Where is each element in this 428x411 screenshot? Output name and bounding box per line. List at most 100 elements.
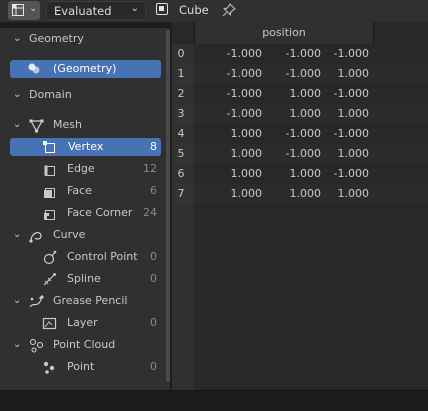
chevron-down-icon: ⌄: [13, 33, 22, 44]
table-row: 5 1.000 -1.000 1.000: [172, 144, 428, 164]
face-icon: [44, 188, 55, 198]
domain-item-face-corner[interactable]: Face Corner 24: [0, 203, 165, 225]
domain-item-layer[interactable]: Layer 0: [0, 313, 165, 335]
chevron-down-icon: ⌄: [13, 89, 22, 100]
table-row: 4 1.000 -1.000 -1.000: [172, 124, 428, 144]
domain-item-point[interactable]: Point 0: [0, 357, 165, 379]
position-z-cell: -1.000: [333, 167, 369, 180]
spline-icon: [43, 273, 56, 286]
position-z-cell: -1.000: [333, 127, 369, 140]
evaluation-mode-label: Evaluated: [54, 4, 112, 18]
status-bar: [0, 390, 428, 411]
control-point-label: Control Point: [67, 250, 138, 263]
position-z-cell: 1.000: [337, 67, 370, 80]
position-y-cell: -1.000: [285, 67, 321, 80]
domain-item-spline[interactable]: Spline 0: [0, 269, 165, 291]
position-x-cell: 1.000: [230, 187, 263, 200]
row-index: 6: [177, 167, 185, 180]
position-z-cell: 1.000: [337, 107, 370, 120]
row-index: 2: [177, 87, 185, 100]
position-z-cell: -1.000: [333, 87, 369, 100]
position-z-cell: -1.000: [333, 47, 369, 60]
column-header-position[interactable]: position: [194, 22, 374, 44]
spreadsheet-icon: [12, 4, 24, 16]
domain-section-header[interactable]: ⌄ Domain: [0, 85, 165, 107]
face-corner-icon: [44, 210, 55, 220]
geometry-nodes-icon: [28, 63, 40, 74]
domain-section-label: Domain: [29, 88, 72, 101]
position-y-cell: 1.000: [289, 107, 322, 120]
chevron-down-icon: ⌄: [13, 339, 22, 350]
position-z-cell: 1.000: [337, 147, 370, 160]
point-label: Point: [67, 360, 95, 373]
edge-icon: [44, 165, 55, 176]
evaluation-mode-select[interactable]: Evaluated ⌄: [46, 1, 146, 20]
object-name: Cube: [179, 3, 209, 17]
chevron-down-icon: ⌄: [29, 3, 38, 14]
layer-count: 0: [150, 316, 157, 329]
edge-label: Edge: [67, 162, 95, 175]
position-y-cell: -1.000: [285, 147, 321, 160]
domain-item-control-point[interactable]: Control Point 0: [0, 247, 165, 269]
position-x-cell: -1.000: [226, 107, 262, 120]
point-cloud-icon: [29, 338, 44, 353]
position-x-cell: 1.000: [230, 147, 263, 160]
mesh-group[interactable]: ⌄ Mesh: [0, 115, 165, 137]
chevron-down-icon: ⌄: [13, 295, 22, 306]
domain-item-vertex[interactable]: Vertex 8: [10, 138, 161, 156]
layer-icon: [42, 317, 57, 330]
face-label: Face: [67, 184, 92, 197]
row-index: 1: [177, 67, 185, 80]
chevron-down-icon: ⌄: [130, 3, 139, 14]
position-x-cell: -1.000: [226, 67, 262, 80]
position-y-cell: 1.000: [289, 187, 322, 200]
curve-label: Curve: [53, 228, 86, 241]
table-row: 2 -1.000 1.000 -1.000: [172, 84, 428, 104]
row-index: 5: [177, 147, 185, 160]
mesh-label: Mesh: [53, 118, 82, 131]
geometry-item-label: (Geometry): [53, 62, 117, 75]
chevron-down-icon: ⌄: [13, 229, 22, 240]
point-icon: [43, 361, 55, 374]
row-index: 4: [177, 127, 185, 140]
domain-item-face[interactable]: Face 6: [0, 181, 165, 203]
position-x-cell: 1.000: [230, 167, 263, 180]
position-x-cell: 1.000: [230, 127, 263, 140]
geometry-section-header[interactable]: ⌄ Geometry: [0, 29, 165, 51]
spline-label: Spline: [67, 272, 101, 285]
spreadsheet-header: ⌄ Evaluated ⌄ Cube: [0, 0, 428, 22]
spreadsheet-table: position 0 -1.000 -1.000 -1.000 1 -1.000 -1.00…: [172, 22, 428, 390]
point-count: 0: [150, 360, 157, 373]
geometry-section-label: Geometry: [29, 32, 84, 45]
geometry-item[interactable]: (Geometry): [10, 60, 161, 78]
control-point-count: 0: [150, 250, 157, 263]
edge-count: 12: [143, 162, 157, 175]
control-point-icon: [43, 250, 57, 265]
mesh-icon: [29, 119, 44, 133]
curve-group[interactable]: ⌄ Curve: [0, 225, 165, 247]
row-index: 0: [177, 47, 185, 60]
point-cloud-group[interactable]: ⌄ Point Cloud: [0, 335, 165, 357]
position-z-cell: 1.000: [337, 187, 370, 200]
row-index: 3: [177, 107, 185, 120]
curve-icon: [29, 231, 42, 243]
table-row: 1 -1.000 -1.000 1.000: [172, 64, 428, 84]
position-x-cell: -1.000: [226, 47, 262, 60]
position-x-cell: -1.000: [226, 87, 262, 100]
pin-icon[interactable]: [221, 2, 237, 18]
face-count: 6: [150, 184, 157, 197]
domain-sidebar: ⌄ Geometry (Geometry) ⌄ Domain ⌄ Mesh Ve…: [0, 28, 170, 390]
domain-item-edge[interactable]: Edge 12: [0, 159, 165, 181]
spline-count: 0: [150, 272, 157, 285]
column-header-label: position: [262, 26, 306, 39]
position-y-cell: -1.000: [285, 47, 321, 60]
grease-pencil-icon: [29, 295, 44, 308]
chevron-down-icon: ⌄: [13, 119, 22, 130]
grease-pencil-group[interactable]: ⌄ Grease Pencil: [0, 291, 165, 313]
position-y-cell: 1.000: [289, 167, 322, 180]
sidebar-scrollbar[interactable]: [166, 30, 170, 382]
editor-type-button[interactable]: ⌄: [8, 1, 40, 20]
grease-pencil-label: Grease Pencil: [53, 294, 128, 307]
vertex-icon: [43, 141, 55, 153]
face-corner-label: Face Corner: [67, 206, 133, 219]
